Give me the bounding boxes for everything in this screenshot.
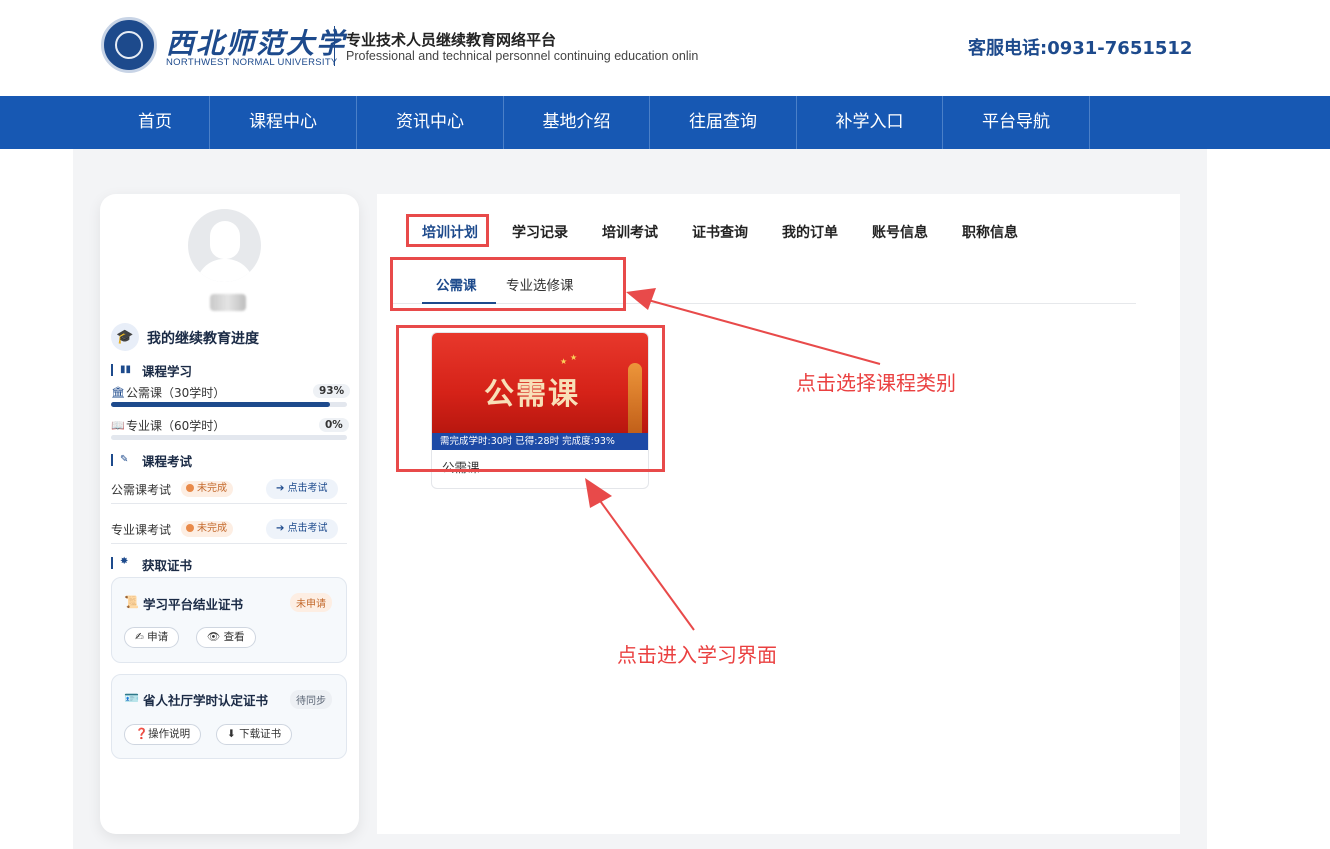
instructions-button-label: 操作说明 xyxy=(148,728,191,740)
edit-document-icon: ✍ xyxy=(135,631,148,643)
professional-exam-button-label: 点击考试 xyxy=(287,523,328,534)
annotation-highlight-tab xyxy=(406,214,489,247)
section-marker xyxy=(111,364,113,376)
arrow-right-icon: ➔ xyxy=(276,483,288,494)
professional-course-label: 专业课（60学时） xyxy=(126,419,226,433)
main-nav: 首页 课程中心 资讯中心 基地介绍 往届查询 补学入口 平台导航 xyxy=(0,96,1330,149)
university-seal-logo[interactable] xyxy=(101,17,157,73)
apply-button-label: 申请 xyxy=(147,631,169,643)
divider xyxy=(111,543,347,544)
professional-course-progress xyxy=(111,435,347,440)
course-exam-heading: 课程考试 xyxy=(142,454,193,469)
status-dot-icon xyxy=(186,484,194,492)
tab-certificate-query[interactable]: 证书查询 xyxy=(692,222,748,242)
public-course-progress xyxy=(111,402,347,407)
scroll-icon: 📜 xyxy=(124,595,139,609)
completion-certificate-title: 学习平台结业证书 xyxy=(143,597,244,612)
tab-my-orders[interactable]: 我的订单 xyxy=(782,222,838,242)
public-course-progress-fill xyxy=(111,402,331,407)
download-certificate-button[interactable]: ⬇ 下载证书 xyxy=(216,724,293,745)
download-button-label: 下载证书 xyxy=(239,728,282,740)
nav-item-makeup-entry[interactable]: 补学入口 xyxy=(797,96,943,149)
hours-certificate-title: 省人社厅学时认定证书 xyxy=(143,693,269,708)
user-avatar[interactable] xyxy=(188,209,261,282)
completion-certificate-status: 未申请 xyxy=(290,593,332,612)
view-button-label: 查看 xyxy=(223,631,245,643)
view-certificate-button[interactable]: 👁 查看 xyxy=(196,627,256,648)
book-reader-icon: 📖 xyxy=(111,419,125,432)
eye-icon: 👁 xyxy=(207,631,224,643)
hours-certificate-status: 待同步 xyxy=(290,690,332,709)
nav-item-course-center[interactable]: 课程中心 xyxy=(210,96,357,149)
logo-divider xyxy=(334,26,335,66)
download-icon: ⬇ xyxy=(227,728,240,740)
question-circle-icon: ❓ xyxy=(135,728,149,740)
tab-study-record[interactable]: 学习记录 xyxy=(512,222,568,242)
divider xyxy=(111,503,347,504)
annotation-select-category: 点击选择课程类别 xyxy=(796,371,956,395)
annotation-enter-study: 点击进入学习界面 xyxy=(617,643,777,667)
book-icon: ▮▮ xyxy=(120,364,132,375)
certificates-heading: 获取证书 xyxy=(142,558,193,573)
public-exam-status: 未完成 xyxy=(181,481,233,497)
hours-certificate-card xyxy=(111,674,347,759)
public-exam-status-text: 未完成 xyxy=(197,483,227,494)
section-marker xyxy=(111,557,113,569)
status-dot-icon xyxy=(186,524,194,532)
nav-item-home[interactable]: 首页 xyxy=(101,96,210,149)
graduation-cap-icon: 🎓 xyxy=(111,323,139,351)
tab-account-info[interactable]: 账号信息 xyxy=(872,222,928,242)
user-name-blurred xyxy=(210,294,246,311)
progress-title: 我的继续教育进度 xyxy=(147,331,259,347)
platform-title: 专业技术人员继续教育网络平台 xyxy=(346,31,557,49)
university-name-en: NORTHWEST NORMAL UNIVERSITY xyxy=(166,57,338,68)
service-hotline: 客服电话:0931-7651512 xyxy=(968,38,1193,59)
section-marker xyxy=(111,454,113,466)
course-study-heading: 课程学习 xyxy=(142,364,193,379)
annotation-highlight-subtabs xyxy=(390,257,626,311)
institution-icon: 🏛 xyxy=(111,386,125,399)
public-exam-button-label: 点击考试 xyxy=(287,483,328,494)
site-header: 西北师范大学 NORTHWEST NORMAL UNIVERSITY 专业技术人… xyxy=(0,0,1330,96)
professional-exam-status: 未完成 xyxy=(181,521,233,537)
nav-item-base-intro[interactable]: 基地介绍 xyxy=(504,96,650,149)
tab-training-exam[interactable]: 培训考试 xyxy=(602,222,658,242)
public-course-label: 公需课（30学时） xyxy=(126,386,226,400)
arrow-right-icon: ➔ xyxy=(276,523,288,534)
public-course-percent: 93% xyxy=(313,384,351,398)
public-exam-label: 公需课考试 xyxy=(111,483,172,497)
certificate-badge-icon: ✸ xyxy=(120,556,129,567)
apply-certificate-button[interactable]: ✍ 申请 xyxy=(124,627,180,648)
university-name-cn[interactable]: 西北师范大学 xyxy=(166,22,346,62)
platform-subtitle: Professional and technical personnel con… xyxy=(346,49,699,63)
nav-item-past-query[interactable]: 往届查询 xyxy=(650,96,797,149)
professional-exam-status-text: 未完成 xyxy=(197,523,227,534)
id-card-icon: 🪪 xyxy=(124,691,139,705)
edit-icon: ✎ xyxy=(120,454,129,465)
tab-title-info[interactable]: 职称信息 xyxy=(962,222,1018,242)
annotation-highlight-course-card xyxy=(396,325,665,472)
completion-certificate-card xyxy=(111,577,347,663)
professional-exam-label: 专业课考试 xyxy=(111,523,172,537)
nav-item-platform-nav[interactable]: 平台导航 xyxy=(943,96,1090,149)
public-exam-button[interactable]: ➔ 点击考试 xyxy=(266,479,338,499)
professional-course-percent: 0% xyxy=(319,418,349,432)
nav-item-news-center[interactable]: 资讯中心 xyxy=(357,96,504,149)
instructions-button[interactable]: ❓操作说明 xyxy=(124,724,202,745)
professional-exam-button[interactable]: ➔ 点击考试 xyxy=(266,519,338,539)
